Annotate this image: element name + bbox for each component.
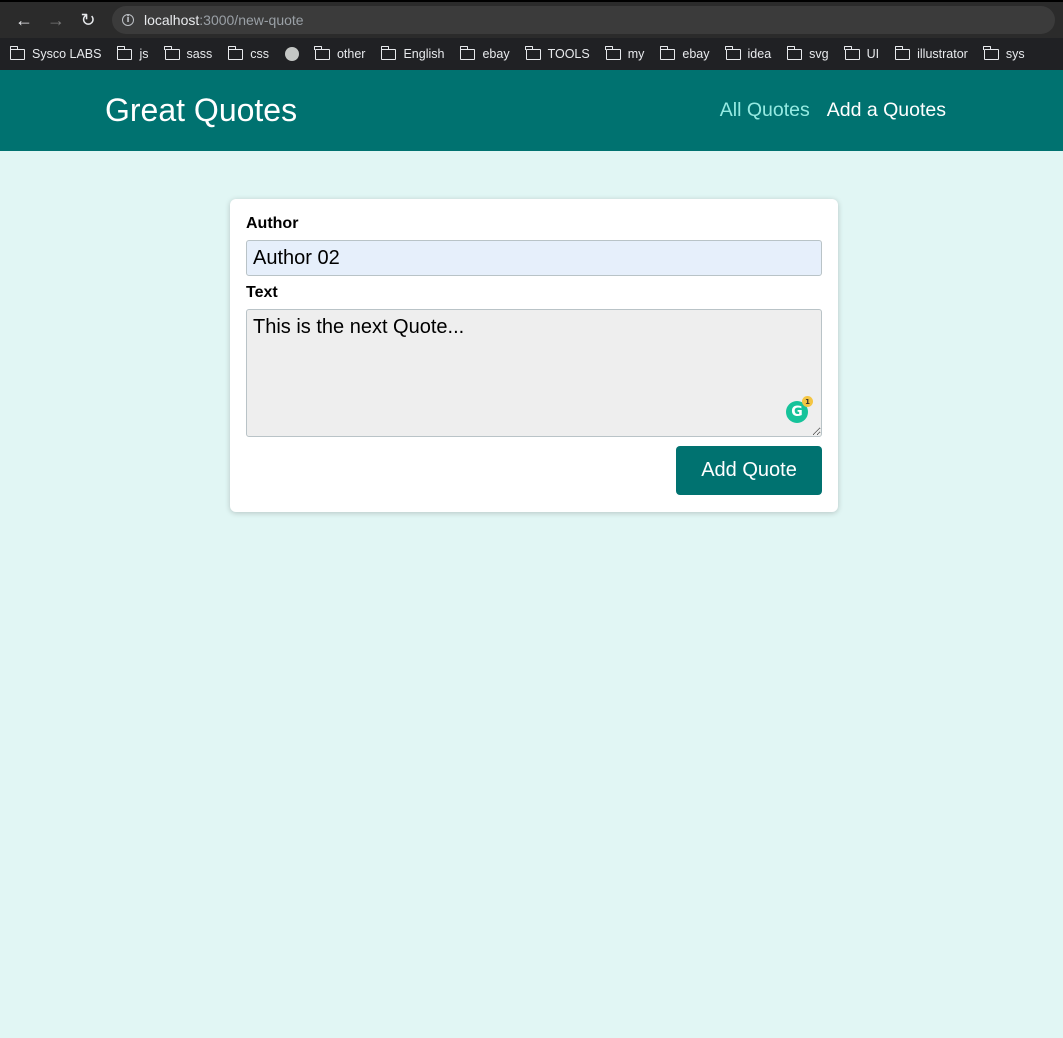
bookmark-label: English xyxy=(403,47,445,61)
bookmark-label: idea xyxy=(747,47,772,61)
bookmark-label: my xyxy=(627,47,645,61)
bookmark-item[interactable]: sass xyxy=(164,45,213,61)
bookmark-label: ebay xyxy=(682,47,710,61)
info-icon[interactable]: i xyxy=(122,14,134,26)
bookmark-item[interactable] xyxy=(284,47,299,61)
bookmark-label: sys xyxy=(1005,47,1025,61)
folder-icon xyxy=(227,45,244,60)
bookmark-label: UI xyxy=(866,47,880,61)
bookmark-item[interactable]: Sysco LABS xyxy=(9,45,102,61)
url-path: :3000/new-quote xyxy=(199,12,304,28)
text-textarea[interactable]: This is the next Quote... xyxy=(246,309,822,437)
bookmark-item[interactable]: ebay xyxy=(459,45,510,61)
bookmark-item[interactable]: css xyxy=(227,45,269,61)
text-label: Text xyxy=(246,284,278,301)
back-arrow-icon[interactable]: ← xyxy=(8,4,40,36)
bookmark-label: sass xyxy=(186,47,213,61)
brand-title: Great Quotes xyxy=(105,92,298,128)
folder-icon xyxy=(9,45,25,60)
bookmark-item[interactable]: js xyxy=(116,45,149,61)
bookmark-item[interactable]: my xyxy=(605,45,645,61)
bookmark-label: js xyxy=(139,47,149,61)
folder-icon xyxy=(659,45,676,60)
bookmark-label: illustrator xyxy=(917,47,968,61)
main-nav: All Quotes Add a Quotes xyxy=(720,99,946,122)
folder-icon xyxy=(725,45,741,60)
bookmarks-bar: Sysco LABS js sass css other English ebay TOOLS… xyxy=(0,38,1063,70)
folder-icon xyxy=(164,45,180,60)
bookmark-item[interactable]: other xyxy=(314,45,366,61)
form-actions: Add Quote xyxy=(246,446,822,495)
folder-icon xyxy=(786,45,803,60)
bookmark-item[interactable]: TOOLS xyxy=(525,45,590,61)
bookmark-item[interactable]: idea xyxy=(725,45,772,61)
folder-icon xyxy=(380,45,397,60)
url-host: localhost xyxy=(144,12,200,28)
bookmark-label: other xyxy=(336,47,366,61)
folder-icon xyxy=(314,45,330,60)
browser-toolbar: ← → ↻ i localhost:3000/new-quote xyxy=(0,0,1063,38)
bookmark-label: TOOLS xyxy=(547,47,590,61)
folder-icon xyxy=(605,45,621,60)
nav-link-add-quote[interactable]: Add a Quotes xyxy=(827,99,946,122)
grammarly-icon[interactable]: G 1 xyxy=(786,396,813,423)
folder-icon xyxy=(525,45,541,60)
bookmark-item[interactable]: English xyxy=(380,45,445,61)
bookmark-item[interactable]: ebay xyxy=(659,45,710,61)
new-quote-form: Author Text This is the next Quote... G … xyxy=(230,199,838,512)
app-header: Great Quotes All Quotes Add a Quotes xyxy=(0,70,1063,151)
bookmark-item[interactable]: svg xyxy=(786,45,829,61)
forward-arrow-icon[interactable]: → xyxy=(40,4,72,36)
address-bar[interactable]: i localhost:3000/new-quote xyxy=(112,6,1055,34)
bookmark-label: svg xyxy=(809,47,829,61)
bookmark-label: ebay xyxy=(482,47,510,61)
nav-link-all-quotes[interactable]: All Quotes xyxy=(720,99,810,122)
bookmark-label: Sysco LABS xyxy=(32,47,102,61)
reload-icon[interactable]: ↻ xyxy=(72,4,104,36)
add-quote-button[interactable]: Add Quote xyxy=(676,446,822,495)
bookmark-item[interactable]: UI xyxy=(844,45,880,61)
bookmark-label: css xyxy=(250,47,269,61)
globe-icon xyxy=(284,47,299,61)
folder-icon xyxy=(894,45,911,60)
author-label: Author xyxy=(246,215,299,232)
folder-icon xyxy=(116,45,133,60)
browser-chrome: ← → ↻ i localhost:3000/new-quote Sysco L… xyxy=(0,0,1063,70)
author-input[interactable] xyxy=(246,240,822,276)
folder-icon xyxy=(459,45,476,60)
folder-icon xyxy=(844,45,860,60)
bookmark-item[interactable]: sys xyxy=(983,45,1025,61)
text-area-wrapper: This is the next Quote... G 1 xyxy=(246,309,822,437)
bookmark-item[interactable]: illustrator xyxy=(894,45,968,61)
folder-icon xyxy=(983,45,999,60)
grammarly-count-badge: 1 xyxy=(802,396,813,407)
